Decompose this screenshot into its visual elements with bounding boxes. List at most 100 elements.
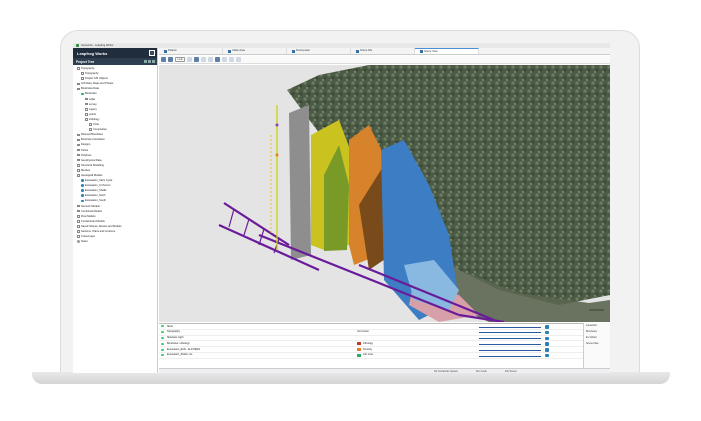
- visibility-eye-icon[interactable]: [161, 331, 164, 334]
- brand-name: Leapfrog Works: [77, 50, 108, 56]
- scene-tab-icon: [420, 50, 423, 53]
- colour-swatch[interactable]: [357, 353, 361, 357]
- filter-icon[interactable]: [148, 59, 151, 63]
- brand-header: Leapfrog Works: [73, 48, 157, 58]
- object-icon: [81, 199, 84, 203]
- coordinate-system[interactable]: No Coordinate System: [434, 370, 458, 373]
- shown-object-row[interactable]: Excavation_Shafts: clo Lith rows: [159, 353, 610, 359]
- laptop-base: [32, 372, 670, 384]
- window-title: Geoworks - Leapfrog Works: [81, 44, 114, 47]
- folder-icon: [89, 123, 92, 126]
- zoom-icon[interactable]: [208, 57, 213, 62]
- tab[interactable]: Cable Area: [223, 48, 287, 54]
- scene-tab-icon: [228, 49, 231, 53]
- scene-tab-icon: [356, 49, 359, 53]
- opacity-slider[interactable]: [479, 343, 541, 345]
- full-screen-toggle[interactable]: Full Screen: [505, 370, 517, 373]
- opacity-slider[interactable]: [479, 355, 541, 357]
- folder-icon: [85, 97, 88, 101]
- select-icon[interactable]: [194, 57, 199, 62]
- opacity-slider[interactable]: [479, 338, 541, 340]
- right-properties-column: Geoworks Boreholes Ex Global Scene Files: [583, 323, 610, 373]
- folder-icon: [77, 215, 80, 218]
- tab-label: Cable Area: [232, 49, 245, 52]
- collapse-icon[interactable]: [152, 59, 155, 63]
- slice-icon[interactable]: [215, 57, 220, 62]
- play-icon[interactable]: [545, 325, 549, 329]
- folder-icon: [77, 204, 80, 208]
- folder-icon: [77, 138, 80, 142]
- object-icon: [81, 179, 84, 182]
- 3d-scene-view[interactable]: [159, 65, 610, 322]
- status-bar: No Coordinate System Run Code Full Scree…: [159, 368, 610, 373]
- project-tree-header: Project Tree: [73, 58, 157, 65]
- folder-icon: [77, 143, 80, 147]
- object-icon: [81, 194, 84, 198]
- object-icon: [77, 240, 80, 244]
- folder-icon: [77, 153, 80, 157]
- colour-swatch[interactable]: [357, 348, 361, 352]
- play-icon[interactable]: [545, 348, 549, 352]
- visibility-eye-icon[interactable]: [161, 348, 164, 351]
- folder-icon: [77, 148, 80, 152]
- tab[interactable]: Polaron: [159, 48, 223, 54]
- tab-label: Scene File: [360, 49, 373, 52]
- rotate-icon[interactable]: [187, 57, 192, 62]
- folder-icon: [85, 118, 88, 121]
- tree-item[interactable]: Notes: [73, 239, 157, 244]
- visibility-eye-icon[interactable]: [161, 325, 164, 328]
- object-icon: [81, 189, 84, 193]
- tab[interactable]: Scene File: [351, 48, 415, 54]
- link-icon[interactable]: [236, 57, 241, 62]
- folder-icon: [85, 108, 88, 111]
- object-icon: [81, 184, 84, 188]
- look-button[interactable]: Look: [175, 57, 185, 62]
- run-code-status[interactable]: Run Code: [476, 370, 487, 373]
- opacity-slider[interactable]: [479, 349, 541, 351]
- colour-swatch[interactable]: [357, 342, 361, 346]
- display-mode[interactable]: Lith rows: [363, 352, 428, 358]
- play-icon[interactable]: [545, 330, 549, 335]
- folder-icon: [77, 164, 80, 167]
- object-label: Excavation_Shafts: clo: [167, 353, 193, 357]
- measure-icon[interactable]: [222, 57, 227, 62]
- folder-icon: [89, 128, 92, 131]
- screenshot-icon[interactable]: [168, 57, 173, 62]
- folder-icon: [85, 113, 88, 116]
- tab-label: Polaron: [168, 49, 177, 52]
- object-icon: [81, 92, 84, 96]
- visibility-eye-icon[interactable]: [161, 342, 164, 345]
- folder-icon: [77, 230, 80, 233]
- play-icon[interactable]: [545, 342, 549, 346]
- section-wall: [289, 105, 311, 260]
- search-icon[interactable]: [144, 59, 147, 63]
- draw-icon[interactable]: [229, 57, 234, 62]
- visibility-eye-icon[interactable]: [161, 336, 164, 339]
- app-window: Geoworks - Leapfrog Works Leapfrog Works…: [73, 43, 610, 373]
- folder-icon: [77, 133, 80, 137]
- left-panel: Leapfrog Works Project Tree Topography To…: [73, 48, 158, 373]
- folder-icon: [77, 235, 80, 238]
- play-icon[interactable]: [545, 336, 549, 341]
- visibility-eye-icon[interactable]: [161, 354, 164, 357]
- opacity-slider[interactable]: [479, 326, 541, 328]
- tree-item-label: Notes: [80, 240, 88, 244]
- opacity-slider[interactable]: [479, 332, 541, 334]
- property-item[interactable]: Scene Files: [584, 341, 610, 347]
- new-scene-icon[interactable]: [161, 57, 166, 62]
- play-icon[interactable]: [545, 353, 549, 358]
- scene-toolbar: Look: [159, 56, 610, 64]
- tab-label: Scene View: [424, 49, 438, 53]
- pan-icon[interactable]: [201, 57, 206, 62]
- tab[interactable]: Fluorometer: [287, 48, 351, 54]
- project-tree: Topography Topography Project GIS Objects G…: [73, 65, 157, 244]
- folder-icon: [77, 158, 80, 162]
- folder-icon: [85, 102, 88, 106]
- project-tree-title: Project Tree: [76, 59, 95, 64]
- folder-icon: [77, 225, 80, 228]
- tab[interactable]: Scene View: [415, 48, 479, 54]
- menu-button[interactable]: [149, 50, 155, 56]
- display-mode[interactable]: Unit colour: [357, 329, 422, 335]
- scene-graphic: [218, 65, 610, 322]
- folder-icon: [81, 77, 84, 80]
